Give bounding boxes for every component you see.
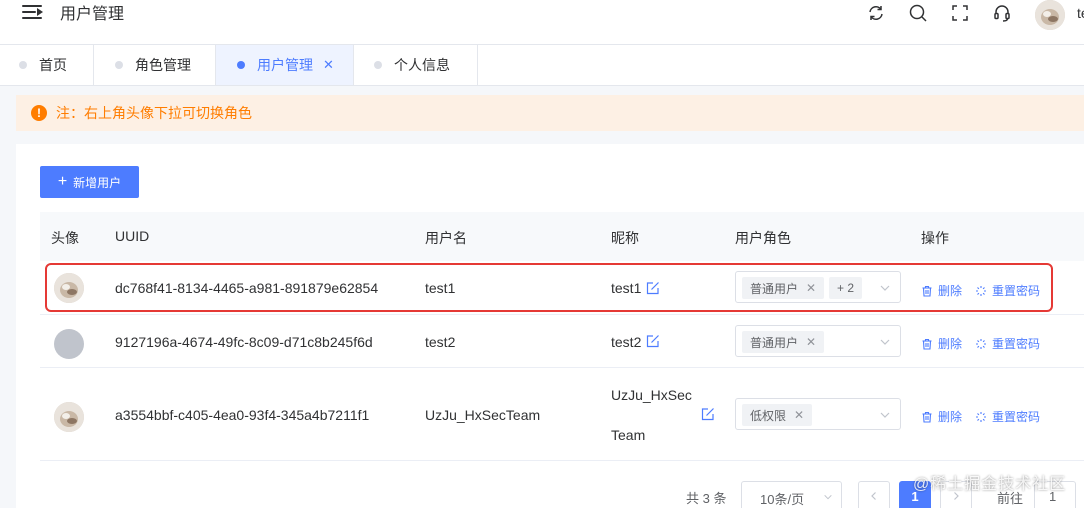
reset-password-label: 重置密码 — [992, 410, 1041, 424]
reset-password-button[interactable]: 重置密码 — [975, 282, 1040, 299]
role-tag: 普通用户 ✕ — [742, 331, 825, 353]
tabs-bar: 首页 角色管理 用户管理 ✕ 个人信息 — [0, 44, 1084, 86]
delete-button[interactable]: 删除 — [921, 282, 962, 299]
plus-icon: + — [57, 173, 68, 190]
loading-icon — [976, 411, 986, 422]
chevron-down-icon — [880, 339, 890, 345]
tab-label: 用户管理 — [257, 57, 313, 73]
chevron-left-icon — [871, 492, 876, 500]
watermark-text: @稀土掘金技术社区 — [913, 476, 1067, 493]
add-user-label: 新增用户 — [73, 175, 122, 190]
notice-text: 注：右上角头像下拉可切换角色 — [56, 105, 252, 121]
tab-label: 首页 — [39, 57, 67, 73]
tab-dot-icon — [19, 61, 27, 69]
tab-profile[interactable]: 个人信息 — [354, 45, 478, 85]
delete-button[interactable]: 删除 — [921, 408, 962, 425]
fullscreen-icon[interactable] — [950, 3, 970, 23]
username-cell: test1 — [425, 280, 456, 296]
nickname-cell: test1 — [611, 280, 642, 296]
table-row: dc768f41-8134-4465-a981-891879e62854 tes… — [40, 261, 1084, 315]
column-header: 昵称 — [611, 230, 639, 246]
column-header: 操作 — [921, 230, 949, 246]
role-select[interactable]: 普通用户 ✕ + 2 — [735, 271, 901, 303]
reset-password-label: 重置密码 — [992, 337, 1041, 351]
role-select[interactable]: 低权限 ✕ — [735, 398, 901, 430]
more-roles-tag: + 2 — [829, 277, 863, 299]
edit-icon[interactable] — [646, 334, 660, 348]
delete-button[interactable]: 删除 — [921, 335, 962, 352]
tab-user-management[interactable]: 用户管理 ✕ — [216, 45, 354, 85]
role-tag-label: 普通用户 — [750, 335, 799, 350]
role-tag: 低权限 ✕ — [742, 404, 813, 426]
column-header: UUID — [115, 228, 150, 244]
avatar — [54, 273, 84, 303]
role-tag-label: 普通用户 — [750, 281, 799, 296]
tab-role-management[interactable]: 角色管理 — [94, 45, 216, 85]
reset-password-label: 重置密码 — [992, 284, 1041, 298]
current-username[interactable]: test1 — [1077, 5, 1084, 21]
column-header: 用户名 — [425, 230, 467, 246]
edit-icon[interactable] — [646, 281, 660, 295]
tab-label: 角色管理 — [135, 57, 191, 73]
delete-label: 删除 — [938, 337, 963, 351]
delete-label: 删除 — [938, 410, 963, 424]
nickname-cell-continued: Team — [611, 427, 646, 443]
menu-collapse-icon[interactable] — [22, 5, 43, 21]
prev-page-button[interactable] — [858, 481, 890, 508]
nickname-cell: UzJu_HxSec — [611, 387, 692, 403]
chevron-down-icon — [824, 494, 832, 500]
notice-banner: ! 注：右上角头像下拉可切换角色 — [16, 95, 1084, 131]
trash-icon — [922, 411, 932, 423]
page-size-label: 10条/页 — [760, 492, 805, 507]
role-tag-label: 低权限 — [750, 408, 787, 423]
trash-icon — [922, 338, 932, 350]
page-title: 用户管理 — [60, 6, 125, 23]
username-cell: test2 — [425, 334, 456, 350]
tab-label: 个人信息 — [394, 57, 450, 73]
close-icon[interactable]: ✕ — [323, 57, 334, 73]
reset-password-button[interactable]: 重置密码 — [975, 335, 1040, 352]
loading-icon — [976, 338, 986, 349]
role-select[interactable]: 普通用户 ✕ — [735, 325, 901, 357]
tab-home[interactable]: 首页 — [0, 45, 94, 85]
nickname-cell: test2 — [611, 334, 642, 350]
trash-icon — [922, 285, 932, 297]
tab-dot-icon — [237, 61, 245, 69]
tag-close-icon[interactable]: ✕ — [806, 335, 816, 349]
delete-label: 删除 — [938, 284, 963, 298]
tab-dot-icon — [115, 61, 123, 69]
page-size-select[interactable]: 10条/页 — [741, 481, 842, 508]
table-row: 9127196a-4674-49fc-8c09-d71c8b245f6d tes… — [40, 315, 1084, 368]
uuid-cell: 9127196a-4674-49fc-8c09-d71c8b245f6d — [115, 334, 373, 350]
username-cell: UzJu_HxSecTeam — [425, 407, 541, 423]
pagination-total: 共 3 条 — [686, 491, 727, 506]
column-header: 头像 — [51, 230, 79, 246]
tag-close-icon[interactable]: ✕ — [806, 281, 816, 295]
chevron-down-icon — [880, 285, 890, 291]
add-user-button[interactable]: + 新增用户 — [40, 166, 139, 198]
refresh-icon[interactable] — [866, 3, 886, 23]
chevron-down-icon — [880, 412, 890, 418]
table-header: 头像 UUID 用户名 昵称 用户角色 操作 — [40, 212, 1084, 261]
uuid-cell: dc768f41-8134-4465-a981-891879e62854 — [115, 280, 379, 296]
avatar — [54, 329, 84, 359]
headset-icon[interactable] — [992, 3, 1012, 23]
role-tag: 普通用户 ✕ — [742, 277, 825, 299]
user-avatar[interactable] — [1035, 0, 1065, 30]
loading-icon — [976, 285, 986, 296]
avatar — [54, 402, 84, 432]
search-icon[interactable] — [908, 3, 928, 23]
reset-password-button[interactable]: 重置密码 — [975, 408, 1040, 425]
uuid-cell: a3554bbf-c405-4ea0-93f4-345a4b7211f1 — [115, 407, 370, 423]
tag-close-icon[interactable]: ✕ — [794, 408, 804, 422]
top-header: 用户管理 test1 — [0, 0, 1084, 44]
warning-icon: ! — [31, 105, 47, 121]
table-row: a3554bbf-c405-4ea0-93f4-345a4b7211f1 UzJ… — [40, 368, 1084, 461]
edit-icon[interactable] — [701, 407, 715, 421]
column-header: 用户角色 — [735, 230, 791, 246]
tab-dot-icon — [374, 61, 382, 69]
